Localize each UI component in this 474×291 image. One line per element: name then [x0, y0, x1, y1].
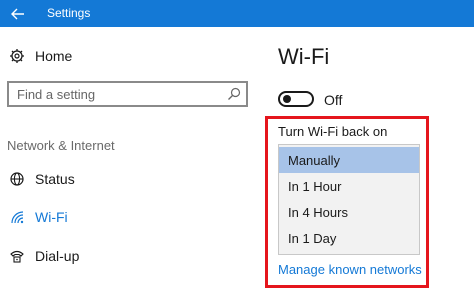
toggle-knob: [283, 95, 291, 103]
search-box[interactable]: [7, 81, 248, 107]
wifi-icon: [7, 207, 27, 227]
wifi-toggle[interactable]: [278, 91, 314, 107]
search-input[interactable]: [17, 86, 217, 102]
sidebar-item-home[interactable]: Home: [7, 45, 247, 67]
dropdown-option-manually[interactable]: Manually: [279, 147, 419, 173]
dropdown-option-1-day[interactable]: In 1 Day: [279, 225, 419, 251]
home-label: Home: [35, 48, 73, 64]
globe-icon: [7, 169, 27, 189]
dropdown-option-1-hour[interactable]: In 1 Hour: [279, 173, 419, 199]
dialup-icon: [7, 246, 27, 266]
section-header: Network & Internet: [7, 138, 115, 153]
sidebar-item-status[interactable]: Status: [7, 166, 247, 192]
window-title: Settings: [47, 6, 91, 20]
page-title: Wi-Fi: [278, 44, 330, 69]
back-button[interactable]: [0, 0, 36, 27]
manage-known-networks-link[interactable]: Manage known networks: [278, 262, 422, 277]
dropdown-option-4-hours[interactable]: In 4 Hours: [279, 199, 419, 225]
sidebar-item-label: Dial-up: [35, 248, 80, 264]
sidebar-item-wifi[interactable]: Wi-Fi: [7, 204, 247, 230]
gear-icon: [7, 46, 27, 66]
turn-on-label: Turn Wi-Fi back on: [278, 124, 388, 139]
sidebar-item-label: Wi-Fi: [35, 209, 68, 225]
toggle-state-label: Off: [324, 92, 343, 108]
back-arrow-icon: [11, 8, 24, 19]
title-bar: Settings: [0, 0, 474, 27]
sidebar-item-label: Status: [35, 171, 75, 187]
search-icon[interactable]: [226, 86, 242, 102]
sidebar-item-dialup[interactable]: Dial-up: [7, 243, 247, 269]
turn-on-dropdown[interactable]: Manually In 1 Hour In 4 Hours In 1 Day: [278, 144, 420, 255]
